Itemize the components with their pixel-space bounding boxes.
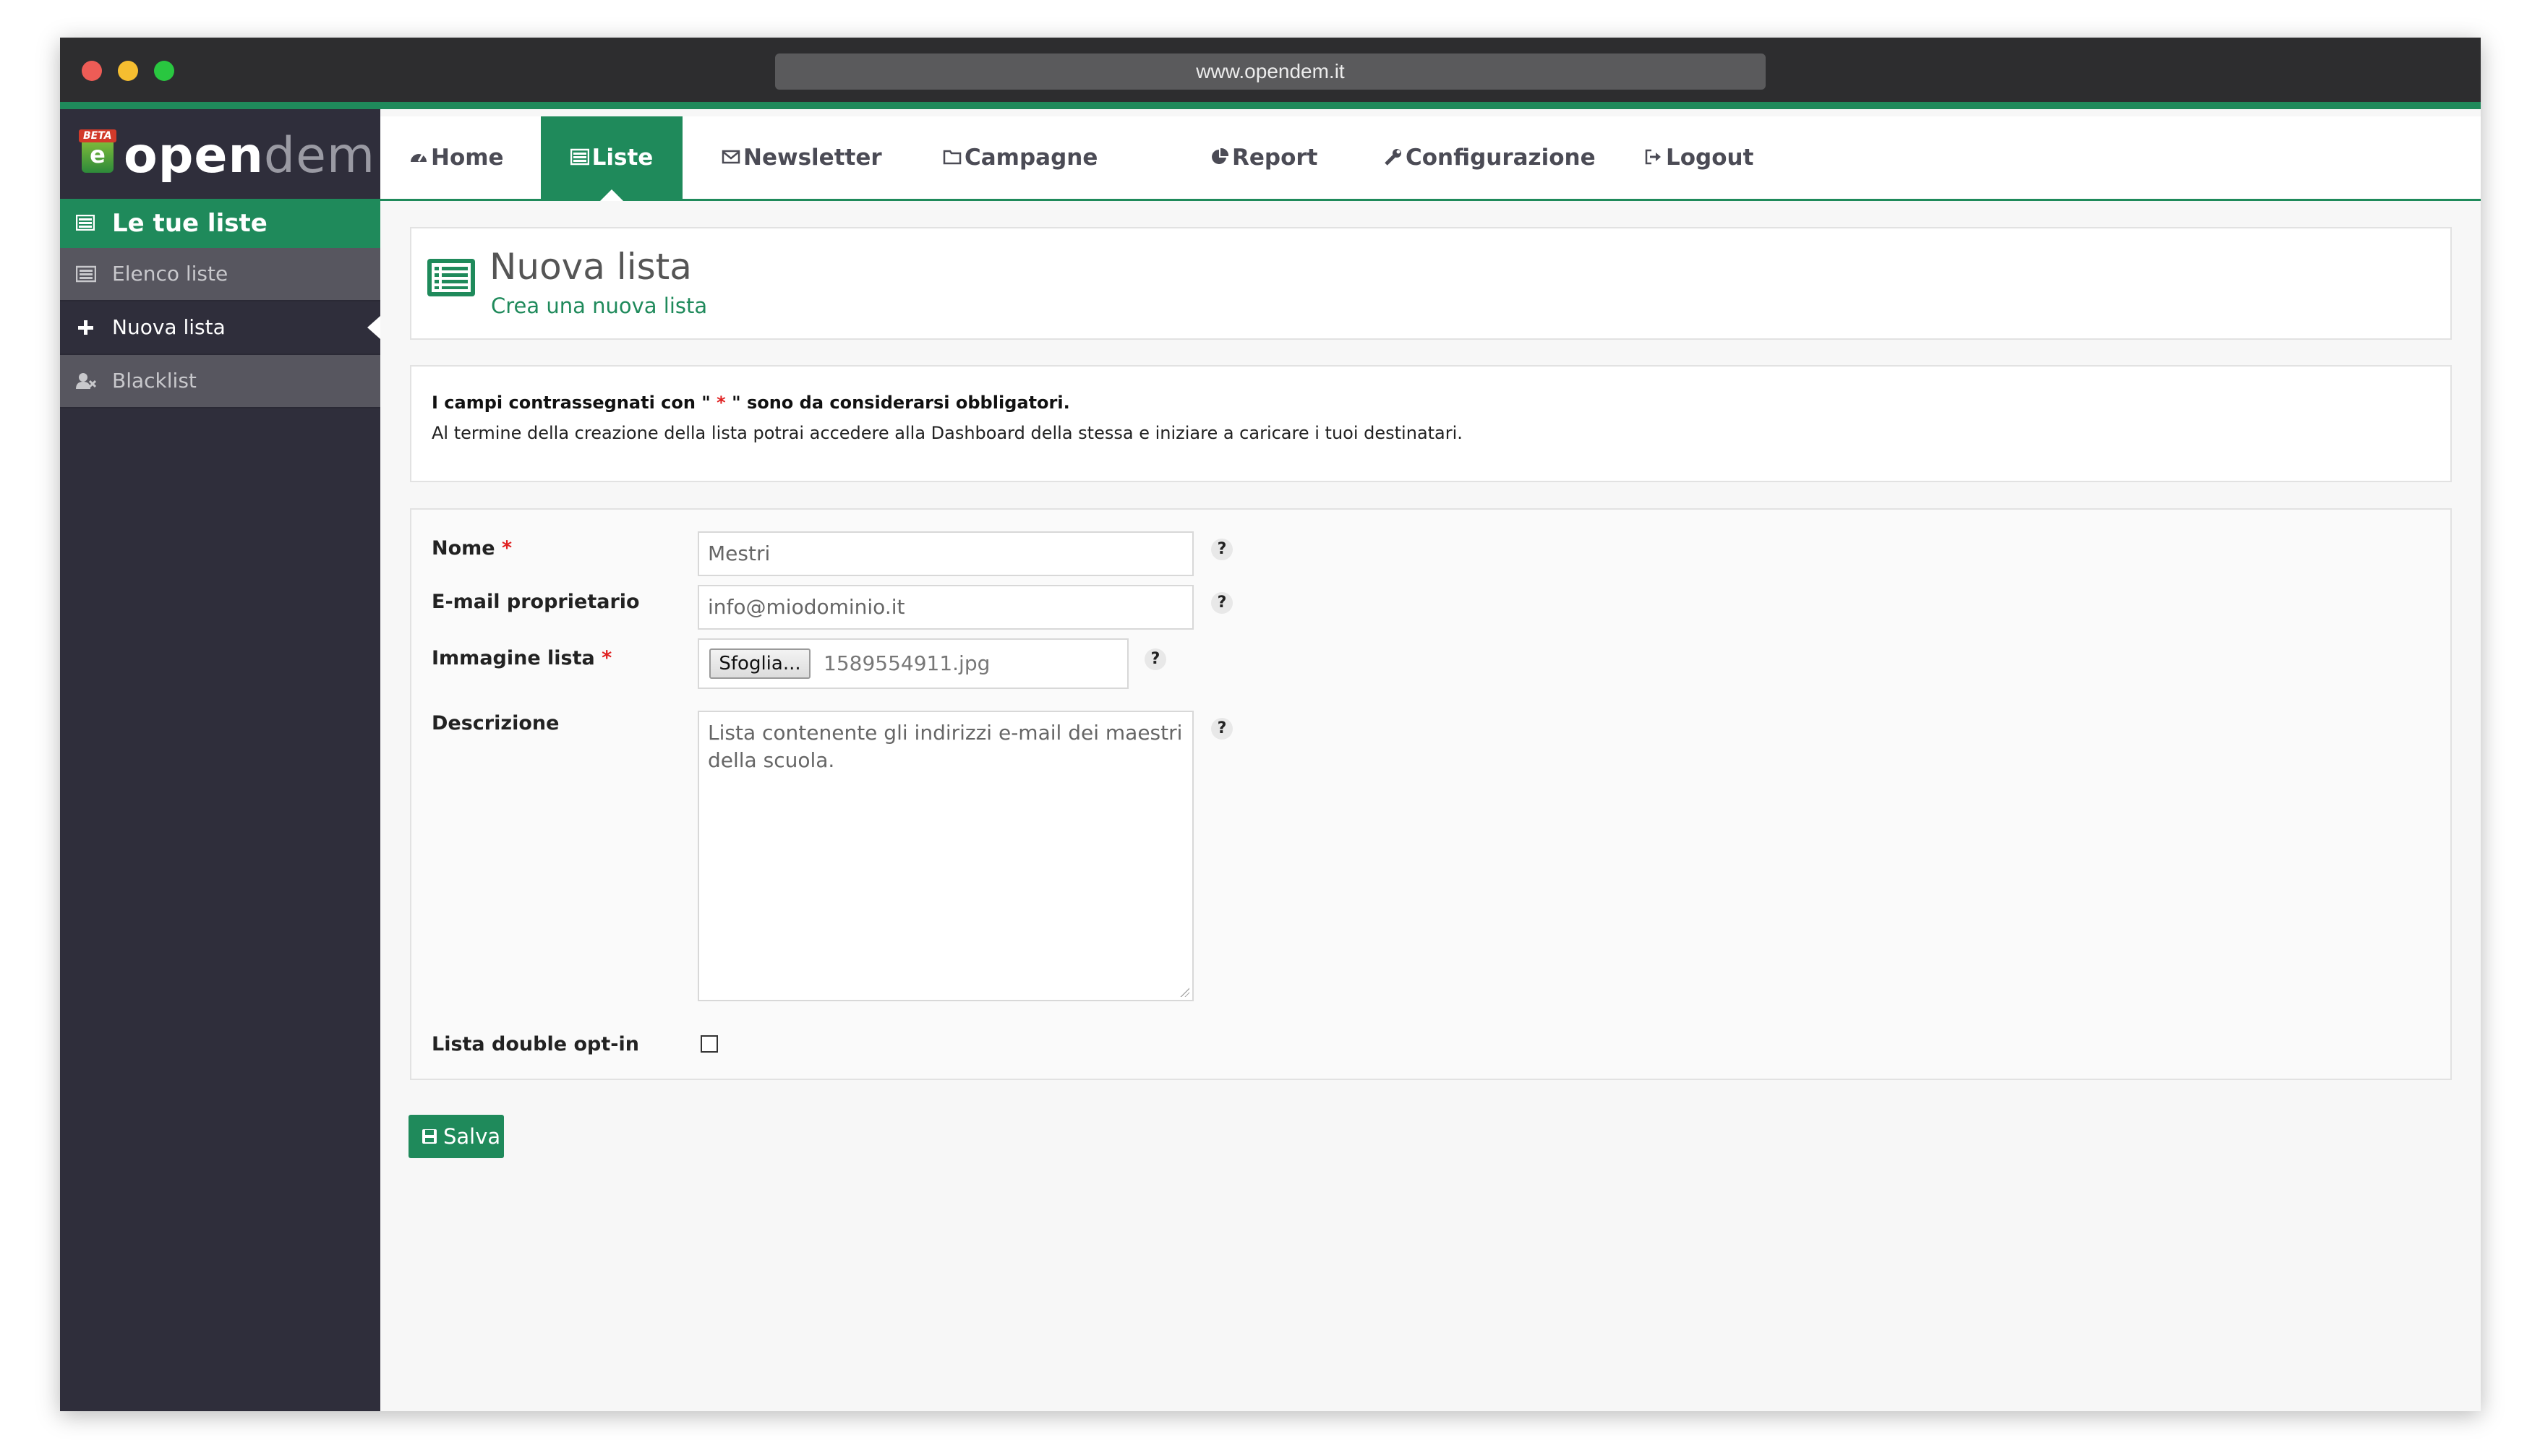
nav-item-home[interactable]: Home <box>409 116 504 199</box>
file-name: 1589554911.jpg <box>824 651 991 675</box>
image-help-icon[interactable]: ? <box>1145 648 1166 670</box>
opendem-logo[interactable]: BETA e opendem <box>60 109 380 189</box>
list-icon <box>76 215 95 231</box>
name-help-icon[interactable]: ? <box>1211 539 1233 560</box>
nav-item-liste[interactable]: Liste <box>541 116 683 201</box>
required-fields-notice: I campi contrassegnati con " * " sono da… <box>432 393 1070 413</box>
nav-label: Newsletter <box>743 145 882 171</box>
name-label: Nome * <box>432 537 513 560</box>
logo-text-open: open <box>124 127 264 184</box>
description-textarea[interactable]: Lista contenente gli indirizzi e-mail de… <box>698 711 1194 1001</box>
nav-label: Campagne <box>965 145 1098 171</box>
nav-item-report[interactable]: Report <box>1210 116 1318 199</box>
nav-label: Configurazione <box>1406 145 1596 171</box>
accent-strip <box>60 102 2481 109</box>
pie-chart-icon <box>1212 147 1229 164</box>
double-optin-label: Lista double opt-in <box>432 1033 639 1055</box>
nav-label: Liste <box>591 145 654 171</box>
dashboard-icon <box>411 153 427 162</box>
nav-label: Logout <box>1666 145 1754 171</box>
description-help-icon[interactable]: ? <box>1211 718 1233 740</box>
nav-item-logout[interactable]: Logout <box>1644 116 1753 199</box>
email-label: E-mail proprietario <box>432 591 640 613</box>
minimize-window-button[interactable] <box>118 61 138 81</box>
folder-icon <box>943 150 962 164</box>
description-label: Descrizione <box>432 712 560 735</box>
email-help-icon[interactable]: ? <box>1211 592 1233 614</box>
browser-titlebar: www.opendem.it <box>60 38 2481 109</box>
dashboard-notice: Al termine della creazione della lista p… <box>432 423 1463 443</box>
required-star: * <box>717 393 726 413</box>
list-icon <box>76 265 96 283</box>
sidebar-item-nuova-lista[interactable]: Nuova lista <box>60 301 380 355</box>
nav-item-configurazione[interactable]: Configurazione <box>1384 116 1596 199</box>
plus-icon <box>78 320 93 335</box>
double-optin-checkbox[interactable] <box>701 1035 718 1053</box>
sidebar-item-label: Elenco liste <box>112 262 228 286</box>
nav-item-newsletter[interactable]: Newsletter <box>722 116 882 199</box>
maximize-window-button[interactable] <box>154 61 174 81</box>
description-text: Lista contenente gli indirizzi e-mail de… <box>708 721 1183 772</box>
wrench-icon <box>1385 148 1401 166</box>
logo-text: opendem <box>124 124 375 189</box>
new-list-form: Nome * Mestri ? E-mail proprietario info… <box>410 508 2452 1080</box>
save-button-label: Salva <box>443 1124 501 1149</box>
address-bar[interactable]: www.opendem.it <box>775 53 1766 90</box>
envelope-icon <box>722 150 740 163</box>
list-icon <box>570 148 589 165</box>
close-window-button[interactable] <box>82 61 102 81</box>
nav-label: Report <box>1232 145 1318 171</box>
sidebar-item-label: Nuova lista <box>112 315 226 339</box>
nav-item-campagne[interactable]: Campagne <box>943 116 1098 199</box>
browser-window: www.opendem.it BETA e opendem Le tue lis… <box>60 38 2481 1411</box>
page-header-panel: Nuova lista Crea una nuova lista <box>410 227 2452 340</box>
page-title: Nuova lista <box>489 246 692 288</box>
save-icon <box>422 1129 437 1144</box>
email-input[interactable]: info@miodominio.it <box>698 585 1194 630</box>
sidebar-header: Le tue liste <box>60 199 380 248</box>
browse-button[interactable]: Sfoglia... <box>709 648 811 679</box>
resize-handle-icon[interactable] <box>1179 987 1189 997</box>
image-file-input[interactable]: Sfoglia... 1589554911.jpg <box>698 638 1129 689</box>
sidebar-item-blacklist[interactable]: Blacklist <box>60 355 380 408</box>
info-panel: I campi contrassegnati con " * " sono da… <box>410 365 2452 482</box>
sign-out-icon <box>1645 149 1661 164</box>
name-input[interactable]: Mestri <box>698 531 1194 576</box>
sidebar: BETA e opendem Le tue liste Elenco liste… <box>60 109 380 1411</box>
sidebar-item-elenco-liste[interactable]: Elenco liste <box>60 248 380 301</box>
nav-label: Home <box>431 145 504 171</box>
user-block-icon <box>76 373 96 389</box>
list-icon <box>427 259 475 296</box>
sidebar-header-label: Le tue liste <box>112 209 268 238</box>
save-button[interactable]: Salva <box>409 1115 504 1158</box>
logo-text-dem: dem <box>263 127 376 184</box>
page-subtitle: Crea una nuova lista <box>491 294 708 318</box>
logo-badge-icon: BETA e <box>79 129 116 173</box>
image-label: Immagine lista * <box>432 647 612 669</box>
sidebar-item-label: Blacklist <box>112 369 197 393</box>
top-navigation: Home Liste Newsletter Campagne Report Co… <box>380 116 2481 201</box>
